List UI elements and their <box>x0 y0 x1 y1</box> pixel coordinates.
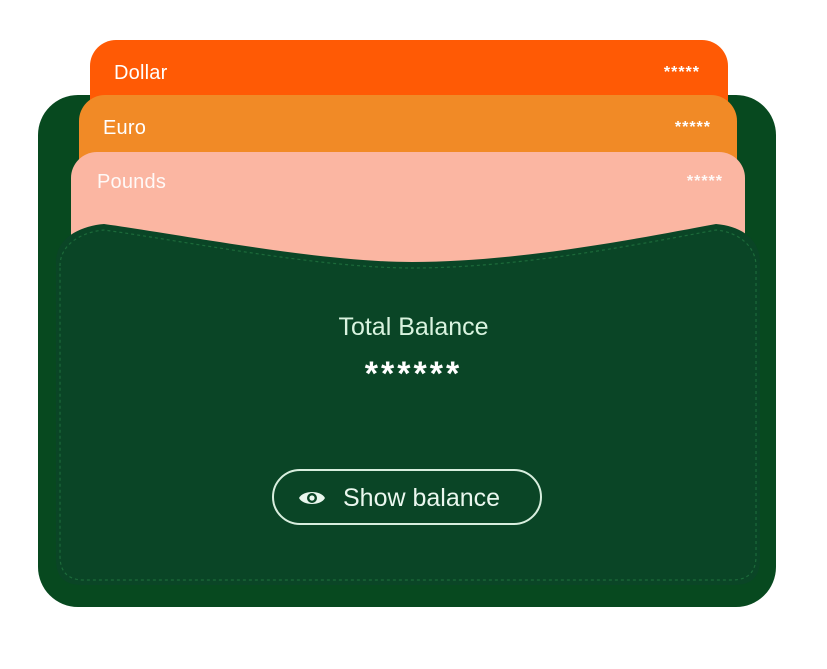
show-balance-label: Show balance <box>343 484 501 512</box>
wallet-widget: Dollar ***** Euro ***** Pounds ***** Tot… <box>0 0 827 669</box>
total-balance-title: Total Balance <box>338 313 489 341</box>
total-balance-masked-value: ****** <box>364 355 463 393</box>
show-balance-button[interactable]: Show balance <box>272 469 542 525</box>
eye-icon <box>299 492 325 504</box>
